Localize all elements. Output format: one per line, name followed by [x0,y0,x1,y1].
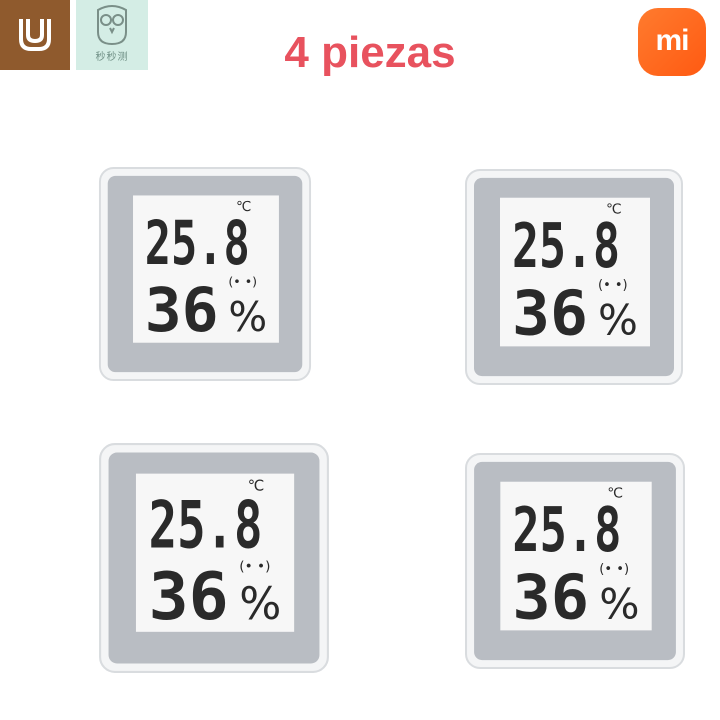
temperature-readout: 25.8 [512,210,620,282]
humidity-readout: 36 [149,559,229,635]
owl-brand-logo: 秒秒测 [76,0,148,70]
humidity-unit: % [228,293,267,341]
temperature-unit: ℃ [236,199,251,215]
youpin-icon [19,19,51,51]
comfort-face-icon: (• •) [598,278,628,293]
temperature-readout: 25.8 [149,487,263,563]
comfort-face-icon: (• •) [239,559,270,575]
comfort-face-icon: (• •) [228,274,257,289]
xiaomi-logo: mi [638,8,706,76]
humidity-readout: 36 [512,278,588,350]
temperature-unit: ℃ [607,486,623,502]
temperature-unit: ℃ [248,478,265,495]
thermometer-device: 25.8 ℃ 36 % (• •) [98,166,312,382]
humidity-readout: 36 [512,561,589,633]
temperature-readout: 25.8 [512,494,621,566]
humidity-unit: % [239,579,281,630]
owl-icon [97,5,127,46]
humidity-unit: % [599,580,639,629]
thermometer-device: 25.8 ℃ 36 % (• •) [98,442,330,674]
youpin-logo [0,0,70,70]
xiaomi-logo-text: mi [655,24,689,57]
page-title: 4 piezas [284,28,456,77]
temperature-unit: ℃ [606,202,622,218]
thermometer-device: 25.8 ℃ 36 % (• •) [464,452,686,670]
thermometer-device: 25.8 ℃ 36 % (• •) [464,168,684,386]
comfort-face-icon: (• •) [599,562,629,577]
humidity-readout: 36 [145,276,219,346]
humidity-unit: % [598,296,638,345]
temperature-readout: 25.8 [145,209,250,279]
owl-brand-text: 秒秒测 [95,52,129,63]
